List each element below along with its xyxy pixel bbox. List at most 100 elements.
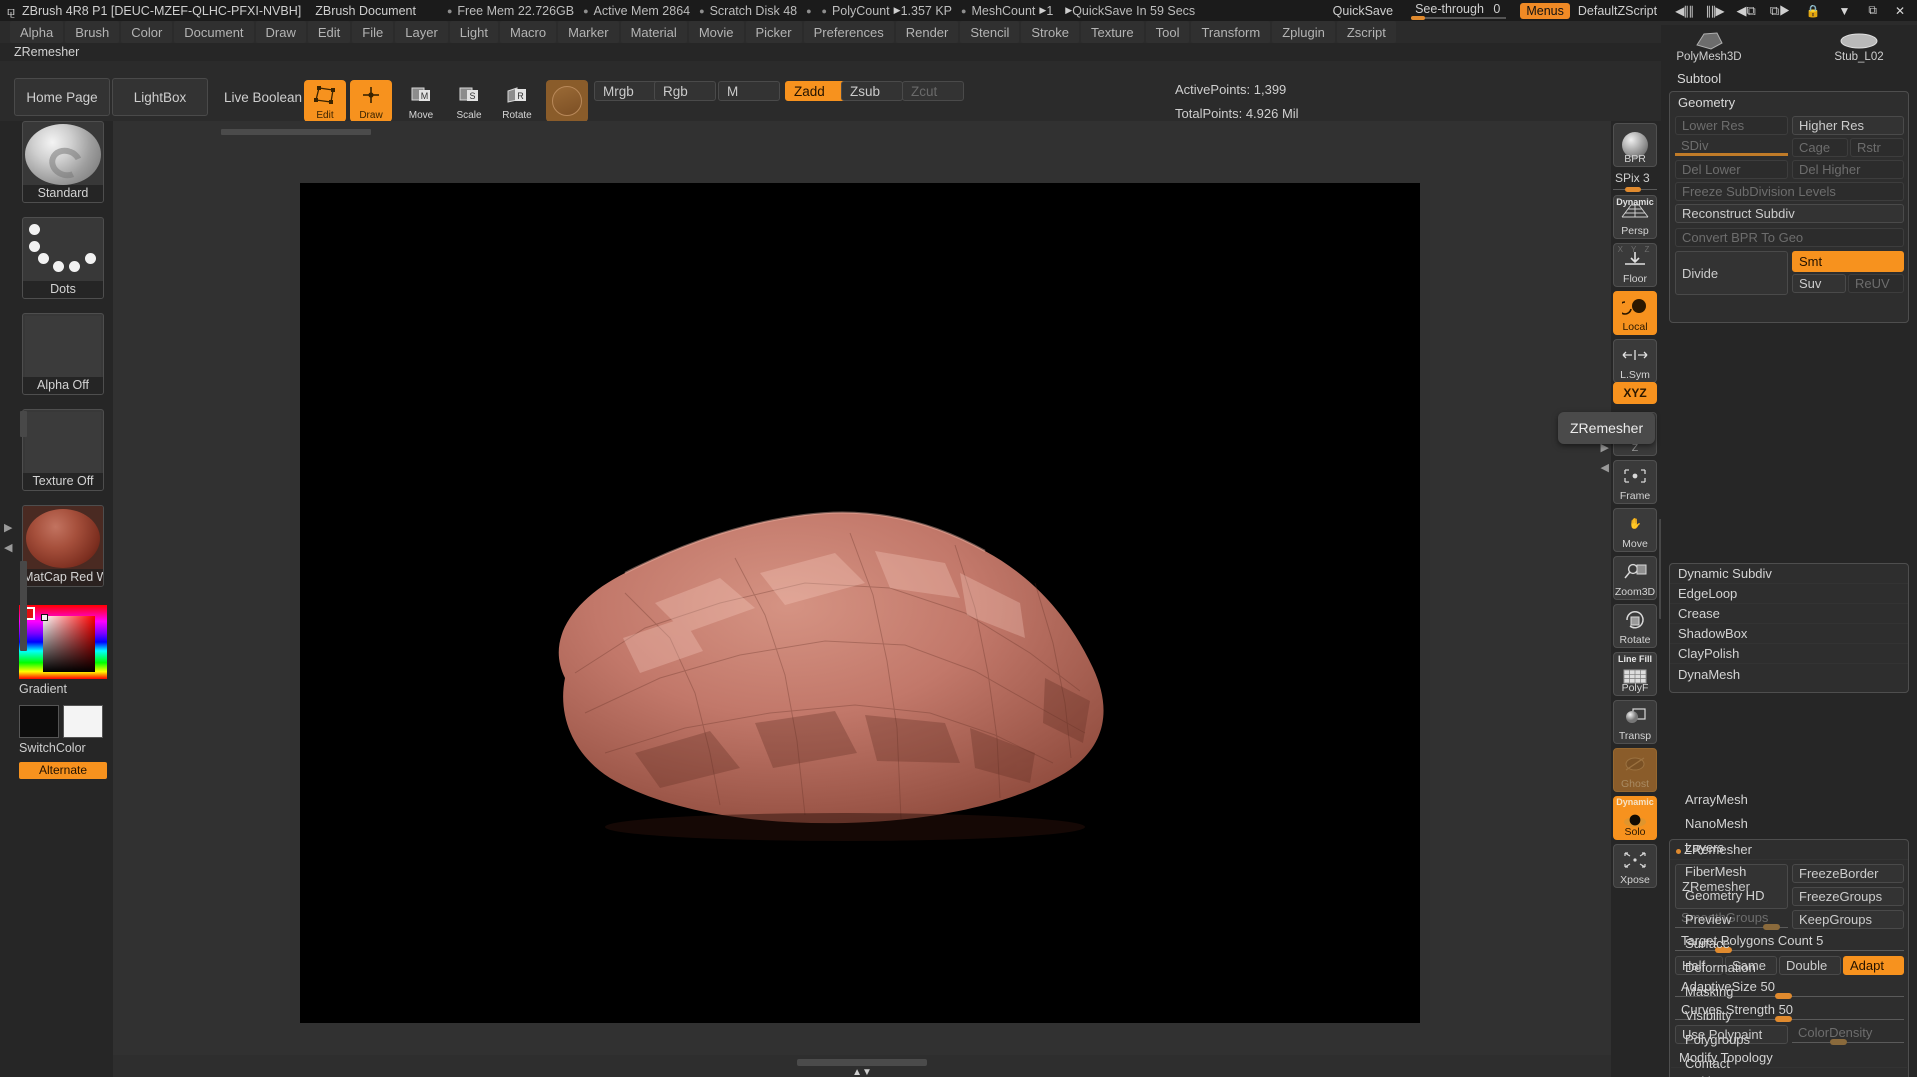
subtool-section[interactable]: Subtool <box>1669 67 1909 90</box>
primary-color-swatch[interactable] <box>19 705 59 738</box>
section-nanomesh[interactable]: NanoMesh <box>1669 811 1909 835</box>
rgb-button[interactable]: Rgb <box>654 81 716 101</box>
see-through-knob[interactable] <box>1411 16 1425 20</box>
reuv-button[interactable]: ReUV <box>1848 274 1904 293</box>
draw-button[interactable]: Draw <box>350 80 392 122</box>
del-higher-button[interactable]: Del Higher <box>1792 160 1904 179</box>
default-zscript-button[interactable]: DefaultZScript <box>1578 4 1657 18</box>
bpr-button[interactable]: BPR <box>1613 123 1657 167</box>
texture-swatch[interactable]: Texture Off <box>22 409 104 491</box>
floor-axes-label[interactable]: X Y Z <box>1618 245 1653 254</box>
move-viewport-button[interactable]: ✋ Move <box>1613 508 1657 552</box>
brush-swatch[interactable]: Standard <box>22 121 104 203</box>
menu-preferences[interactable]: Preferences <box>804 21 894 43</box>
menu-light[interactable]: Light <box>450 21 498 43</box>
menu-macro[interactable]: Macro <box>500 21 556 43</box>
convert-bpr-button[interactable]: Convert BPR To Geo <box>1675 228 1904 247</box>
ghost-button[interactable]: Ghost <box>1613 748 1657 792</box>
menu-stencil[interactable]: Stencil <box>960 21 1019 43</box>
tray-left-icon[interactable]: ◀⧉ <box>1737 3 1756 19</box>
solo-button[interactable]: Dynamic Solo <box>1613 796 1657 840</box>
polycount-label[interactable]: PolyCount <box>832 4 890 18</box>
rotate-viewport-button[interactable]: Rotate <box>1613 604 1657 648</box>
see-through-slider[interactable]: See-through 0 <box>1411 2 1506 19</box>
sliders-right-icon[interactable]: ∥∥▶ <box>1705 4 1723 18</box>
menus-toggle-button[interactable]: Menus <box>1520 3 1570 19</box>
canvas-top-grip[interactable] <box>221 129 371 135</box>
alpha-swatch[interactable]: Alpha Off <box>22 313 104 395</box>
menu-draw[interactable]: Draw <box>256 21 306 43</box>
section-edgeloop[interactable]: EdgeLoop <box>1670 584 1908 604</box>
lock-icon[interactable]: 🔒 <box>1806 4 1821 18</box>
polycount-expand-icon[interactable]: ▶ <box>894 5 901 16</box>
section-dynamesh[interactable]: DynaMesh <box>1670 664 1908 684</box>
switch-color-label[interactable]: SwitchColor <box>19 741 86 755</box>
section-preview[interactable]: Preview <box>1669 907 1909 931</box>
secondary-color-swatch[interactable] <box>63 705 103 738</box>
menu-alpha[interactable]: Alpha <box>10 21 63 43</box>
spix-slider[interactable]: SPix 3 <box>1613 171 1657 193</box>
section-polygroups[interactable]: Polygroups <box>1669 1027 1909 1051</box>
tool-stub[interactable]: Stub_L02 <box>1819 25 1899 63</box>
del-lower-button[interactable]: Del Lower <box>1675 160 1788 179</box>
reconstruct-subdiv-button[interactable]: Reconstruct Subdiv <box>1675 204 1904 223</box>
xpose-button[interactable]: Xpose <box>1613 844 1657 888</box>
menu-zscript[interactable]: Zscript <box>1337 21 1396 43</box>
m-button[interactable]: M <box>718 81 780 101</box>
zcut-button[interactable]: Zcut <box>902 81 964 101</box>
menu-material[interactable]: Material <box>621 21 687 43</box>
section-layers[interactable]: Layers <box>1669 835 1909 859</box>
section-geometry-hd[interactable]: Geometry HD <box>1669 883 1909 907</box>
tool-polymesh3d[interactable]: PolyMesh3D <box>1669 25 1749 63</box>
section-arraymesh[interactable]: ArrayMesh <box>1669 787 1909 811</box>
frame-button[interactable]: Frame <box>1613 460 1657 504</box>
color-picker[interactable] <box>19 605 107 679</box>
persp-button[interactable]: Dynamic Persp <box>1613 195 1657 239</box>
menu-movie[interactable]: Movie <box>689 21 744 43</box>
menu-tool[interactable]: Tool <box>1146 21 1190 43</box>
alternate-button[interactable]: Alternate <box>19 762 107 779</box>
close-icon[interactable]: ✕ <box>1895 4 1905 18</box>
menu-document[interactable]: Document <box>174 21 253 43</box>
edit-button[interactable]: Edit <box>304 80 346 122</box>
sliders-left-icon[interactable]: ◀∥∥ <box>1675 4 1693 18</box>
menu-file[interactable]: File <box>352 21 393 43</box>
section-shadowbox[interactable]: ShadowBox <box>1670 624 1908 644</box>
left-tray-grip-2[interactable] <box>20 561 27 651</box>
bottom-bar[interactable]: ▲▼ <box>113 1055 1611 1077</box>
menu-color[interactable]: Color <box>121 21 172 43</box>
minimize-icon[interactable]: ▼ <box>1838 4 1850 18</box>
home-page-button[interactable]: Home Page <box>14 78 110 116</box>
higher-res-button[interactable]: Higher Res <box>1792 116 1904 135</box>
sdiv-slider[interactable]: SDiv <box>1675 138 1788 158</box>
freeze-subdivision-button[interactable]: Freeze SubDivision Levels <box>1675 182 1904 201</box>
menu-picker[interactable]: Picker <box>746 21 802 43</box>
smt-button[interactable]: Smt <box>1792 251 1904 272</box>
section-claypolish[interactable]: ClayPolish <box>1670 644 1908 664</box>
cage-button[interactable]: Cage <box>1792 138 1848 157</box>
local-button[interactable]: Local <box>1613 291 1657 335</box>
geometry-title[interactable]: Geometry <box>1670 92 1908 113</box>
menu-brush[interactable]: Brush <box>65 21 119 43</box>
sculpted-mesh-model[interactable] <box>505 423 1225 843</box>
floor-button[interactable]: X Y Z Floor <box>1613 243 1657 287</box>
gradient-label[interactable]: Gradient <box>19 682 67 696</box>
menu-edit[interactable]: Edit <box>308 21 350 43</box>
lsym-button[interactable]: L.Sym <box>1613 339 1657 383</box>
suv-button[interactable]: Suv <box>1792 274 1846 293</box>
menu-zplugin[interactable]: Zplugin <box>1272 21 1335 43</box>
menu-render[interactable]: Render <box>896 21 959 43</box>
menu-transform[interactable]: Transform <box>1191 21 1270 43</box>
section-dynamic-subdiv[interactable]: Dynamic Subdiv <box>1670 564 1908 584</box>
section-visibility[interactable]: Visibility <box>1669 1003 1909 1027</box>
tray-collapse-left-icon[interactable]: ◀ <box>4 541 12 554</box>
section-crease[interactable]: Crease <box>1670 604 1908 624</box>
xyz-button[interactable]: XYZ <box>1613 382 1657 404</box>
mrgb-button[interactable]: Mrgb <box>594 81 662 101</box>
lower-res-button[interactable]: Lower Res <box>1675 116 1788 135</box>
spix-knob[interactable] <box>1625 187 1641 192</box>
zoom3d-button[interactable]: Zoom3D <box>1613 556 1657 600</box>
canvas-expand-left-icon[interactable]: ◀ <box>1601 461 1609 474</box>
meshcount-expand-icon[interactable]: ▶ <box>1039 5 1046 16</box>
section-fibermesh[interactable]: FiberMesh <box>1669 859 1909 883</box>
